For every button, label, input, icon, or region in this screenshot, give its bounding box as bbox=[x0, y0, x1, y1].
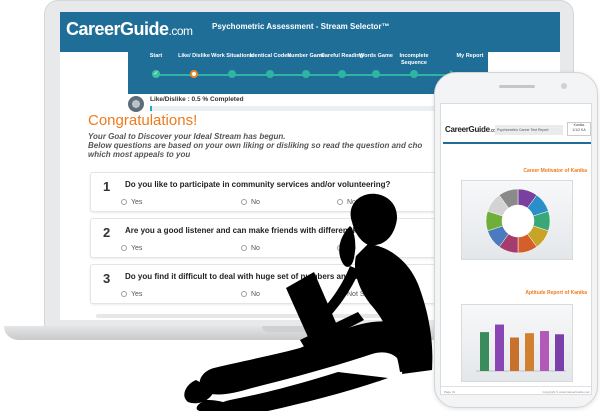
phone-speaker bbox=[499, 85, 535, 88]
option-not-sure[interactable]: Not Sure bbox=[337, 291, 375, 298]
radio-icon[interactable] bbox=[337, 245, 343, 251]
question-text: Do you like to participate in community … bbox=[125, 180, 391, 189]
next-question-placeholder bbox=[96, 314, 426, 318]
bar-chart-bar bbox=[480, 332, 489, 371]
phone-frame: CareerGuide.com Psychometric Career Test… bbox=[434, 72, 598, 408]
step-incomplete-sequence[interactable]: Incomplete Sequence bbox=[392, 52, 436, 78]
radio-icon[interactable] bbox=[121, 291, 127, 297]
current-step-icon bbox=[190, 70, 198, 78]
test-title: Psychometric Assessment - Stream Selecto… bbox=[212, 22, 390, 31]
camera-icon bbox=[561, 83, 567, 89]
step-dot-icon bbox=[266, 70, 274, 78]
bar-chart-bar bbox=[540, 331, 549, 371]
step-dot-icon bbox=[410, 70, 418, 78]
career-motivator-title: Career Motivator of Kanika bbox=[523, 168, 587, 174]
radio-icon[interactable] bbox=[121, 245, 127, 251]
step-dot-icon bbox=[338, 70, 346, 78]
question-number: 2 bbox=[103, 225, 111, 240]
option-no[interactable]: No bbox=[241, 291, 260, 298]
donut-hole bbox=[502, 205, 534, 237]
report-header: CareerGuide.com Psychometric Career Test… bbox=[443, 116, 591, 144]
option-no[interactable]: No bbox=[241, 245, 260, 252]
progress-bar-fill bbox=[150, 106, 152, 111]
report-footer: Page 01 Copyright © www.CareerGuide.com bbox=[441, 386, 591, 394]
step-dot-icon bbox=[228, 70, 236, 78]
radio-icon[interactable] bbox=[337, 291, 343, 297]
step-dot-icon bbox=[302, 70, 310, 78]
brain-icon bbox=[128, 96, 144, 112]
bar-chart-bar bbox=[555, 334, 564, 371]
radio-icon[interactable] bbox=[241, 291, 247, 297]
radio-icon[interactable] bbox=[121, 199, 127, 205]
question-number: 3 bbox=[103, 271, 111, 286]
phone-screen: CareerGuide.com Psychometric Career Test… bbox=[440, 103, 592, 395]
progress-bar bbox=[150, 106, 480, 111]
checkmark-icon: ✓ bbox=[152, 70, 160, 78]
radio-icon[interactable] bbox=[241, 245, 247, 251]
question-text: Do you find it difficult to deal with hu… bbox=[125, 272, 375, 281]
report-title: Psychometric Career Test Report bbox=[495, 125, 563, 135]
option-no[interactable]: No bbox=[241, 199, 260, 206]
question-number: 1 bbox=[103, 179, 111, 194]
top-header-bar: CareerGuide.com Psychometric Assessment … bbox=[60, 12, 560, 52]
bar-chart-bar bbox=[495, 324, 504, 371]
option-yes[interactable]: Yes bbox=[121, 291, 142, 298]
donut-chart-panel bbox=[461, 180, 573, 260]
bar-chart-panel bbox=[461, 304, 573, 382]
radio-icon[interactable] bbox=[337, 199, 343, 205]
aptitude-report-title: Aptitude Report of Kanika bbox=[525, 290, 587, 296]
careerguide-logo[interactable]: CareerGuide.com bbox=[66, 19, 193, 40]
congratulations-heading: Congratulations! bbox=[88, 112, 198, 129]
laptop-notch bbox=[262, 326, 338, 332]
progress-label: Like/Dislike : 0.5 % Completed bbox=[150, 96, 244, 103]
donut-chart-icon bbox=[485, 188, 551, 254]
step-dot-icon bbox=[372, 70, 380, 78]
bar-chart-bar bbox=[525, 333, 534, 371]
option-yes[interactable]: Yes bbox=[121, 245, 142, 252]
option-not-sure[interactable]: No bbox=[337, 245, 356, 252]
bar-chart-bar bbox=[510, 337, 519, 371]
option-not-sure[interactable]: Not Sure bbox=[337, 199, 375, 206]
radio-icon[interactable] bbox=[241, 199, 247, 205]
report-meta: Kanika 1/1/2 KA bbox=[567, 122, 591, 136]
question-text: Are you a good listener and can make fri… bbox=[125, 226, 374, 235]
option-yes[interactable]: Yes bbox=[121, 199, 142, 206]
bar-chart-icon bbox=[476, 324, 566, 372]
step-my-report[interactable]: My Report bbox=[448, 52, 492, 68]
careerguide-logo: CareerGuide.com bbox=[445, 125, 500, 134]
